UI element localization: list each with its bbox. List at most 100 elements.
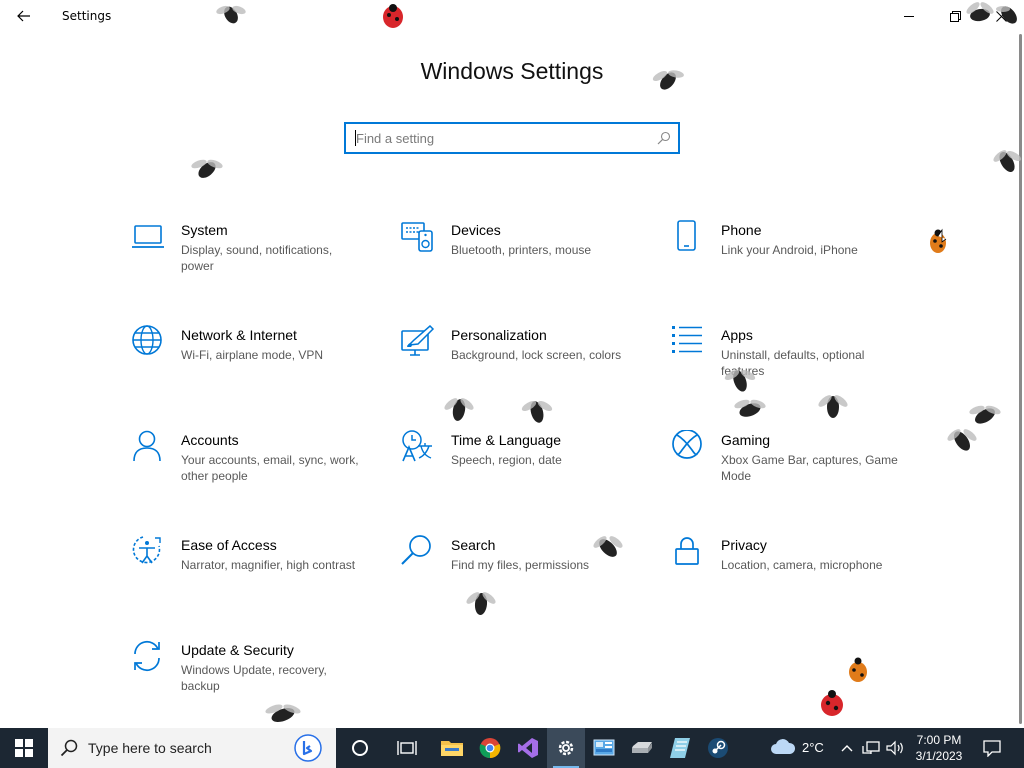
start-button[interactable] (0, 728, 48, 768)
fly-icon (996, 6, 1017, 24)
clock-date: 3/1/2023 (915, 749, 963, 763)
tile-name: Ease of Access (181, 537, 277, 553)
bing-icon[interactable] (294, 734, 322, 762)
speaker-icon (886, 740, 903, 756)
tile-description: Background, lock screen, colors (451, 348, 622, 362)
tile-description: Link your Android, iPhone (721, 243, 858, 257)
tile-name: Search (451, 537, 496, 553)
tray-network[interactable] (860, 728, 882, 768)
tile-privacy[interactable]: Privacy Location, camera, microphone (671, 535, 911, 605)
fly-icon (265, 704, 301, 722)
fly-icon (947, 429, 977, 451)
fly-icon (993, 150, 1022, 172)
tile-name: Update & Security (181, 642, 294, 658)
taskbar-app-visual-studio[interactable] (509, 728, 547, 768)
tile-name: Privacy (721, 537, 767, 553)
taskbar-app-task-view[interactable] (388, 728, 426, 768)
taskbar-app-cortana[interactable] (341, 728, 379, 768)
tile-ease-of-access[interactable]: Ease of Access Narrator, magnifier, high… (131, 535, 371, 605)
search-box[interactable] (344, 122, 680, 154)
scrollbar[interactable] (1019, 34, 1022, 724)
taskbar-search-box[interactable]: Type here to search (48, 728, 336, 768)
tile-name: Phone (721, 222, 762, 238)
tile-description: Location, camera, microphone (721, 558, 883, 572)
fly-icon (444, 398, 474, 421)
tile-description: Bluetooth, printers, mouse (451, 243, 592, 257)
taskbar-clock[interactable]: 7:00 PM 3/1/2023 (906, 732, 972, 766)
taskbar-search-text: Type here to search (88, 740, 212, 756)
apps-list-icon (672, 326, 702, 353)
tray-overflow-button[interactable] (838, 728, 856, 768)
title-bar: Settings (0, 0, 1024, 32)
action-center-button[interactable] (976, 728, 1008, 768)
taskbar: Type here to search 2°C 7:00 PM 3/1/2023 (0, 728, 1024, 768)
tile-name: Time & Language (451, 432, 561, 448)
fly-icon (191, 159, 223, 178)
back-button[interactable] (10, 4, 38, 28)
chevron-up-icon (841, 745, 853, 752)
restore-icon (949, 10, 961, 22)
minimize-icon (903, 15, 914, 17)
taskbar-app-file-explorer[interactable] (433, 728, 471, 768)
tile-description: Your accounts, email, sync, work, other … (181, 453, 359, 483)
clock-time: 7:00 PM (916, 733, 962, 747)
tile-name: Network & Internet (181, 327, 297, 343)
taskbar-app-notepad[interactable] (661, 728, 699, 768)
ladybug-icon (849, 657, 867, 682)
tile-network-internet[interactable]: Network & Internet Wi-Fi, airplane mode,… (131, 325, 371, 395)
back-arrow-icon (17, 10, 30, 22)
cortana-icon (352, 740, 368, 756)
weather-temperature: 2°C (802, 740, 824, 755)
tile-name: System (181, 222, 228, 238)
gear-icon (558, 740, 574, 756)
tray-volume[interactable] (884, 728, 906, 768)
devices-icon (401, 222, 433, 252)
taskbar-app-chrome[interactable] (471, 728, 509, 768)
sync-arrows-icon (134, 640, 160, 672)
taskbar-app-settings[interactable] (547, 728, 585, 768)
personalization-icon (401, 325, 435, 356)
page-title: Windows Settings (420, 58, 604, 84)
fly-icon (734, 399, 766, 417)
tile-name: Devices (451, 222, 501, 238)
taskbar-app-steam[interactable] (699, 728, 737, 768)
cloud-icon (771, 739, 796, 754)
tile-name: Apps (721, 327, 753, 343)
fly-icon (521, 400, 553, 423)
weather-widget[interactable]: 2°C (770, 728, 832, 768)
tile-devices[interactable]: Devices Bluetooth, printers, mouse (401, 220, 641, 290)
tile-update-security[interactable]: Update & Security Windows Update, recove… (131, 640, 371, 710)
tile-name: Gaming (721, 432, 771, 448)
tile-phone[interactable]: Phone Link your Android, iPhone (671, 220, 911, 290)
tile-description: Wi-Fi, airplane mode, VPN (181, 348, 324, 362)
lock-icon (675, 537, 699, 565)
tile-time-language[interactable]: Time & Language Speech, region, date (401, 430, 641, 500)
minimize-button[interactable] (886, 0, 932, 32)
fly-icon (466, 592, 496, 615)
control-panel-icon (593, 739, 615, 756)
visual-studio-icon (518, 738, 538, 758)
tile-name: Accounts (181, 432, 239, 448)
tile-accounts[interactable]: Accounts Your accounts, email, sync, wor… (131, 430, 371, 500)
taskbar-app-control-panel[interactable] (585, 728, 623, 768)
fly-icon (593, 536, 623, 557)
tile-name: Personalization (451, 327, 547, 343)
steam-icon (708, 738, 728, 758)
tile-system[interactable]: System Display, sound, notifications, po… (131, 220, 371, 290)
taskbar-app-drive[interactable] (623, 728, 661, 768)
tile-description: Speech, region, date (451, 453, 562, 467)
folder-icon (441, 741, 463, 756)
fly-icon (818, 395, 848, 418)
search-input[interactable] (356, 129, 646, 147)
xbox-icon (672, 430, 702, 459)
time-language-icon (402, 430, 432, 462)
text-caret (355, 130, 356, 146)
chrome-icon (479, 738, 501, 759)
ladybug-icon (930, 228, 947, 253)
drive-icon (632, 742, 652, 753)
tile-personalization[interactable]: Personalization Background, lock screen,… (401, 325, 641, 395)
tile-apps[interactable]: Apps Uninstall, defaults, optional featu… (671, 325, 911, 395)
ease-of-access-icon (132, 536, 161, 564)
tile-gaming[interactable]: Gaming Xbox Game Bar, captures, Game Mod… (671, 430, 911, 500)
tile-description: Xbox Game Bar, captures, Game Mode (721, 453, 898, 483)
